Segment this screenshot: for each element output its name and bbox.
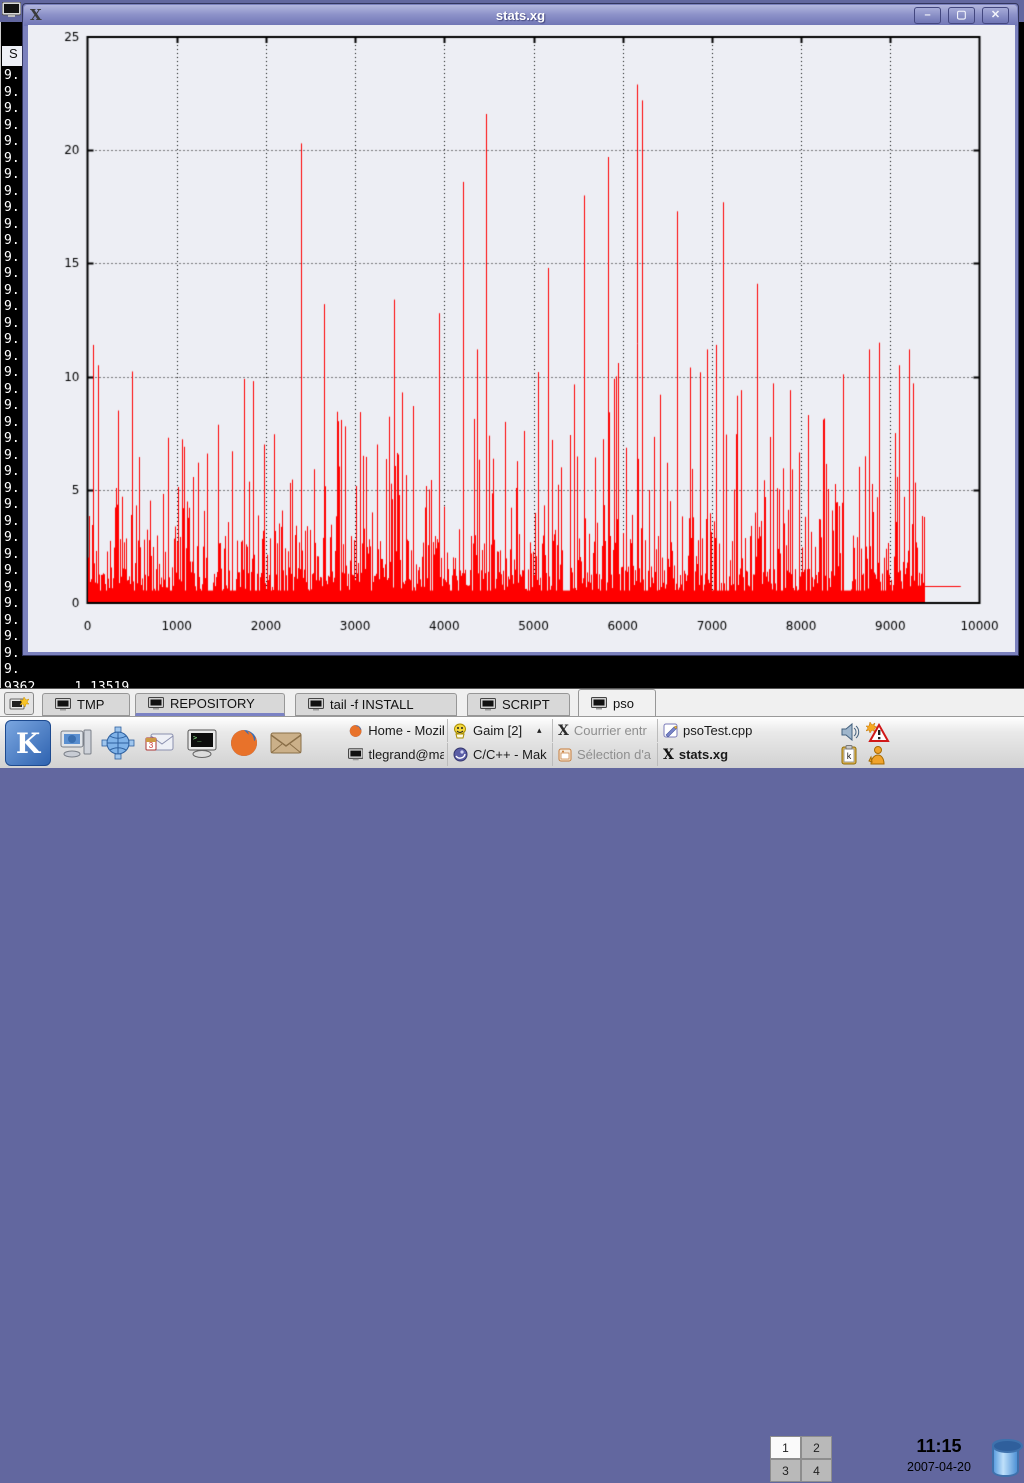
x11-icon: X: [663, 747, 674, 763]
tab-pso[interactable]: pso: [578, 689, 656, 717]
taskbar-entry-terminal[interactable]: tlegrand@ma: [345, 743, 448, 766]
svg-text:k: k: [847, 751, 852, 761]
taskbar-entry-statsxg[interactable]: X stats.xg: [660, 743, 763, 766]
terminal-icon: [148, 697, 164, 710]
taskbar-entry-courrier[interactable]: X Courrier entr: [555, 719, 658, 742]
konsole-tab-bar: TMP REPOSITORY tail -f INSTALL SCRIPT ps…: [0, 688, 1024, 716]
speaker-icon: [839, 721, 861, 743]
clipboard-icon: k: [840, 745, 858, 765]
terminal-icon: [591, 697, 607, 710]
tab-tail-install[interactable]: tail -f INSTALL: [295, 693, 457, 716]
maximize-button[interactable]: ▢: [948, 7, 975, 24]
xgraph-plot-canvas[interactable]: [28, 25, 1015, 652]
svg-text:3: 3: [149, 741, 154, 750]
taskbar-up-arrow-icon[interactable]: ▴: [537, 725, 542, 736]
svg-text:>_: >_: [193, 734, 202, 742]
xgraph-titlebar[interactable]: stats.xg X – ▢ ✕: [24, 5, 1017, 26]
app-box-icon: [558, 748, 572, 762]
x11-app-icon: X: [30, 7, 42, 24]
desktop-pager: 1 2 3 4: [770, 1436, 832, 1482]
kmail-launcher-button[interactable]: [266, 723, 306, 763]
system-launcher-button[interactable]: [56, 723, 96, 763]
tab-tmp[interactable]: TMP: [42, 693, 130, 716]
taskbar-entry-eclipse[interactable]: C/C++ - Mak: [450, 743, 553, 766]
pager-desktop-3[interactable]: 3: [770, 1459, 801, 1482]
kmenu-button[interactable]: K: [5, 720, 51, 766]
firefox-launcher-button[interactable]: [224, 723, 264, 763]
globe-gear-icon: [101, 726, 135, 760]
eclipse-icon: [453, 747, 468, 762]
kicker-panel: K 3 >_: [0, 716, 1024, 768]
taskbar-entry-firefox[interactable]: Home - Mozill: [345, 719, 448, 742]
alert-tray-button[interactable]: [866, 720, 890, 744]
panel-clock[interactable]: 11:15 2007-04-20: [893, 1435, 985, 1483]
terminal-icon: [55, 698, 71, 711]
clock-time: 11:15: [893, 1435, 985, 1457]
tab-repository[interactable]: REPOSITORY: [135, 693, 285, 716]
warning-triangle-icon: [866, 721, 890, 743]
pager-desktop-2[interactable]: 2: [801, 1436, 832, 1459]
user-tray-button[interactable]: [864, 744, 888, 766]
kontact-launcher-button[interactable]: 3: [140, 723, 180, 763]
terminal-output-column: 9. 9. 9. 9. 9. 9. 9. 9. 9. 9. 9. 9. 9. 9…: [4, 68, 20, 679]
x11-icon: X: [558, 723, 569, 739]
mail-calendar-icon: 3: [143, 726, 177, 760]
gaim-icon: [453, 723, 468, 739]
new-session-button[interactable]: [4, 692, 34, 715]
xgraph-client-area: [28, 25, 1015, 652]
firefox-icon: [227, 726, 261, 760]
terminal-icon: [348, 748, 363, 761]
window-title: stats.xg: [24, 8, 1017, 23]
volume-tray-button[interactable]: [838, 720, 862, 744]
pager-desktop-4[interactable]: 4: [801, 1459, 832, 1482]
kate-icon: [663, 723, 678, 738]
new-session-icon: [9, 696, 29, 712]
taskbar-entry-psotest[interactable]: psoTest.cpp: [660, 719, 763, 742]
person-icon: [866, 745, 886, 765]
xgraph-window: stats.xg X – ▢ ✕: [22, 3, 1019, 656]
clock-date: 2007-04-20: [893, 1457, 985, 1477]
background-window-icon: [2, 2, 21, 19]
konsole-icon: >_: [185, 726, 219, 760]
pager-desktop-1[interactable]: 1: [770, 1436, 801, 1459]
web-browser-launcher-button[interactable]: [98, 723, 138, 763]
blue-cylinder-applet-icon[interactable]: [992, 1439, 1019, 1477]
tab-script[interactable]: SCRIPT: [467, 693, 570, 716]
firefox-icon: [348, 723, 363, 739]
klipper-tray-button[interactable]: k: [838, 744, 860, 766]
close-button[interactable]: ✕: [982, 7, 1009, 24]
terminal-icon: [308, 698, 324, 711]
computer-icon: [59, 726, 93, 760]
minimize-button[interactable]: –: [914, 7, 941, 24]
konsole-launcher-button[interactable]: >_: [182, 723, 222, 763]
envelope-icon: [268, 728, 304, 758]
taskbar-entry-selection[interactable]: Sélection d'a: [555, 743, 658, 766]
terminal-icon: [480, 698, 496, 711]
